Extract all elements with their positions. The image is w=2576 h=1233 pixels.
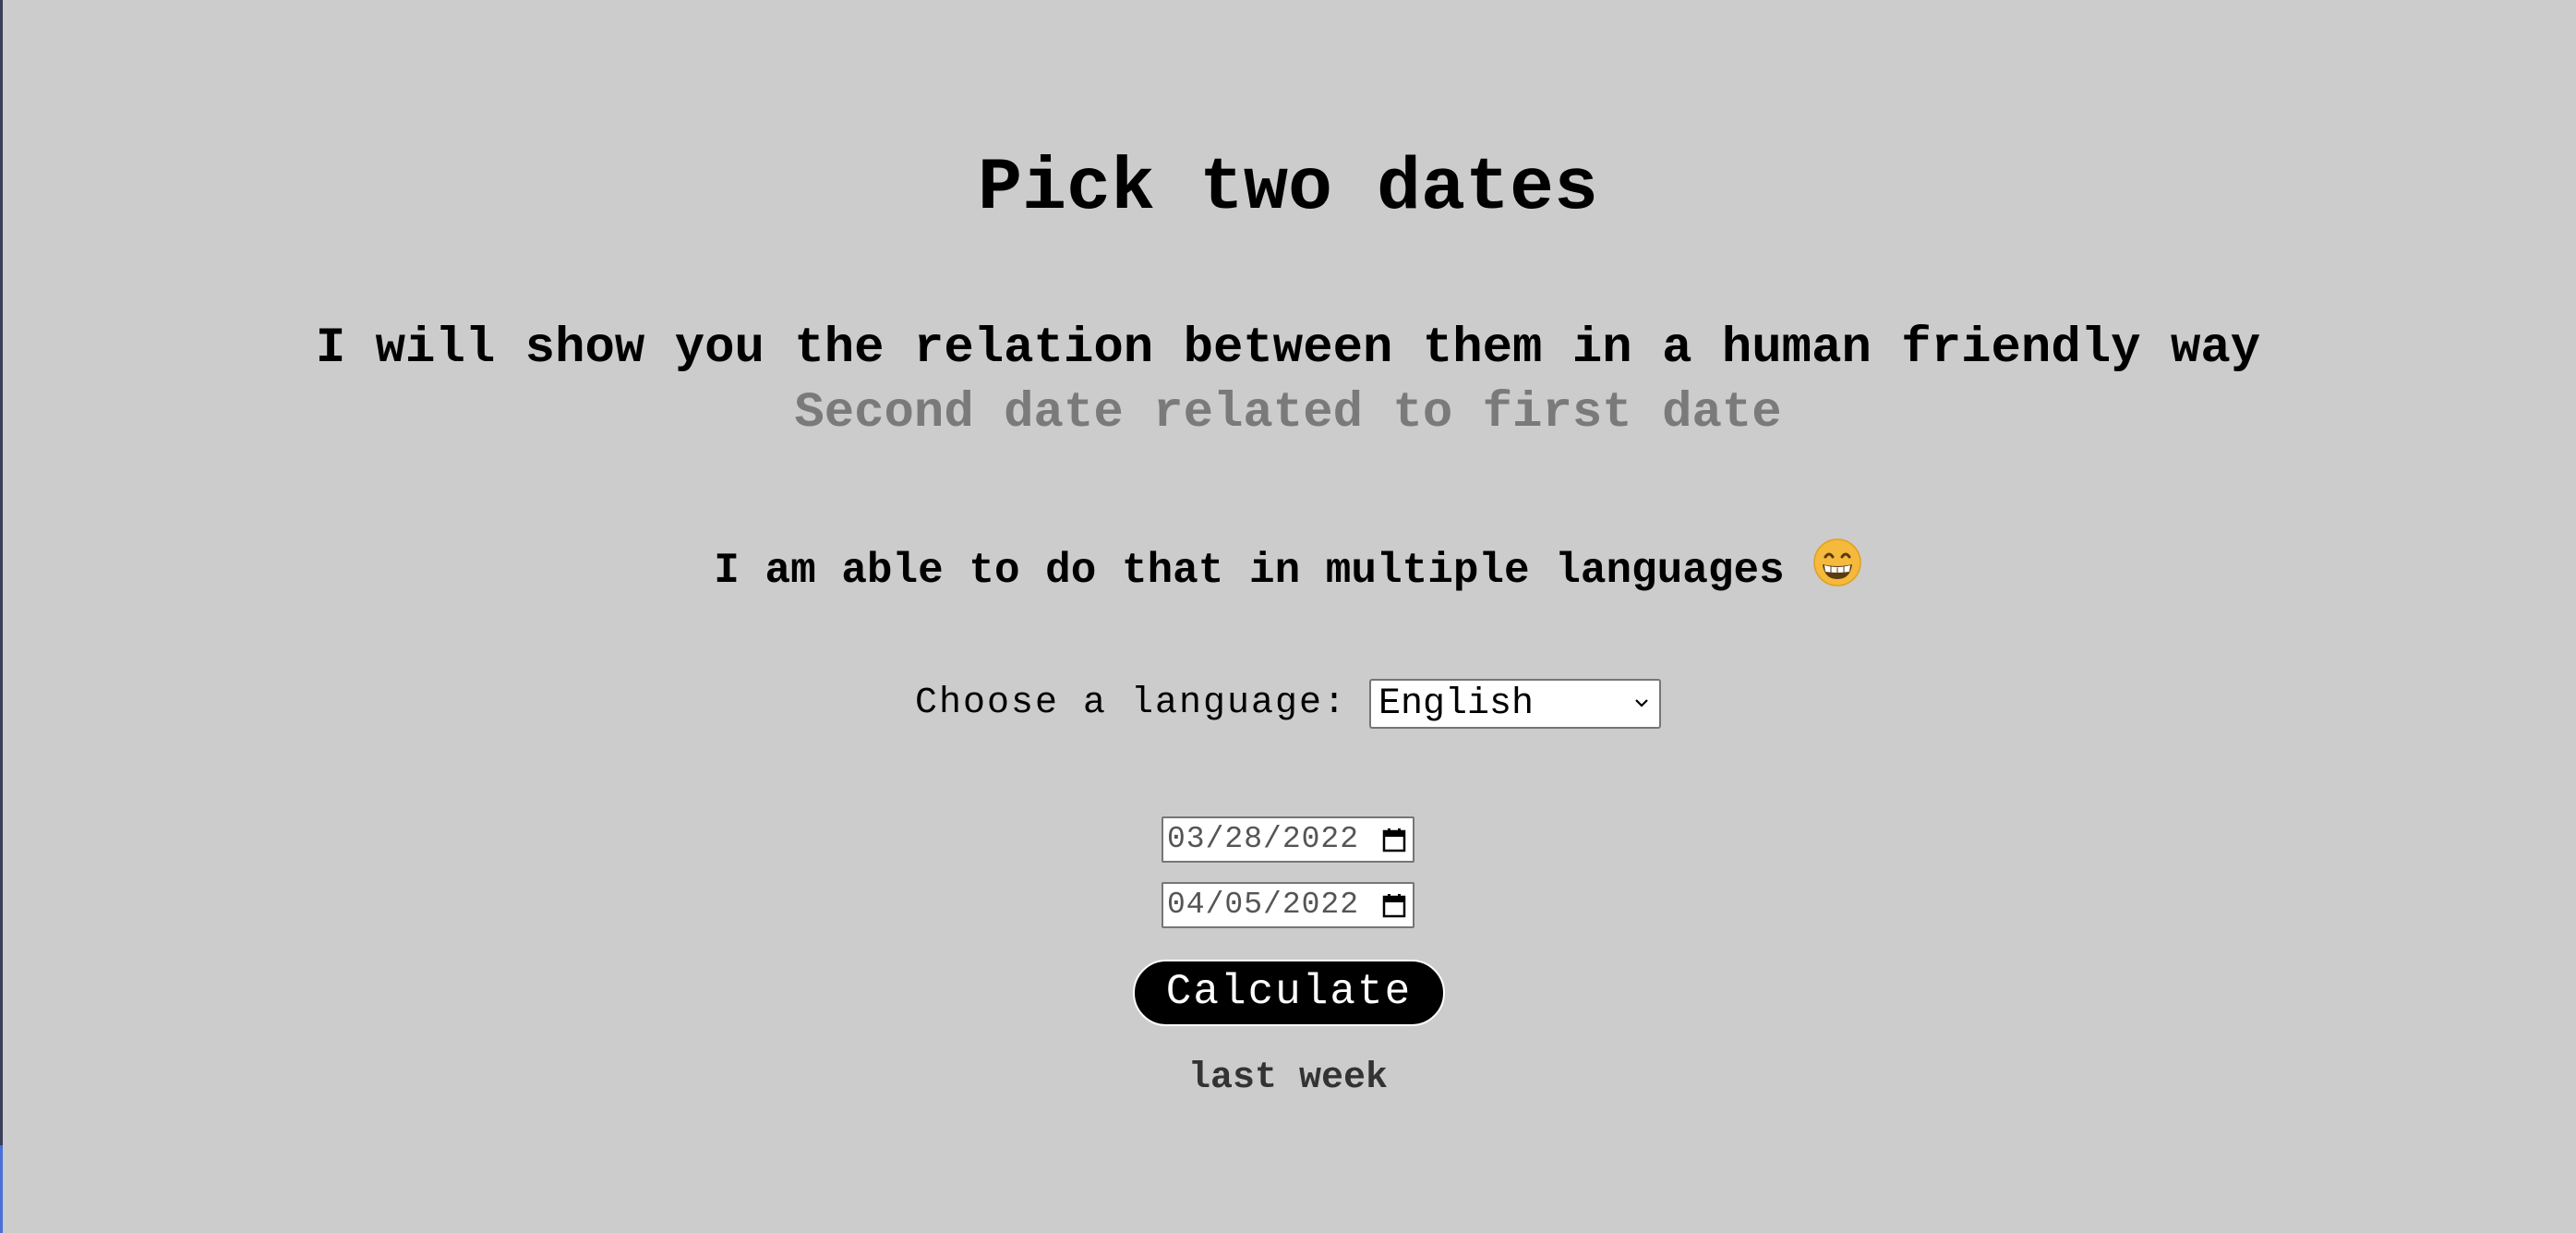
- first-date-value: 03/28/2022: [1167, 822, 1360, 856]
- result-text: last week: [1187, 1058, 1389, 1099]
- hint-text: Second date related to first date: [794, 385, 1782, 441]
- second-date-input[interactable]: 04/05/2022: [1162, 882, 1414, 928]
- calendar-icon[interactable]: [1381, 828, 1407, 853]
- language-select[interactable]: English: [1369, 679, 1662, 729]
- language-selected-value: English: [1378, 683, 1535, 725]
- calculate-button[interactable]: Calculate: [1133, 960, 1445, 1026]
- grinning-face-icon: [1812, 538, 1861, 586]
- language-label: Choose a language:: [914, 683, 1348, 724]
- second-date-value: 04/05/2022: [1167, 888, 1360, 922]
- first-date-input[interactable]: 03/28/2022: [1162, 816, 1414, 863]
- page-subtitle: I will show you the relation between the…: [315, 320, 2261, 377]
- multi-language-line: I am able to do that in multiple languag…: [0, 538, 2576, 599]
- multi-language-text: I am able to do that in multiple languag…: [714, 547, 1785, 595]
- window-left-edge-accent: [0, 1145, 3, 1233]
- chevron-down-icon: [1635, 699, 1648, 707]
- calendar-icon[interactable]: [1381, 893, 1407, 919]
- language-row: Choose a language: English: [0, 678, 2576, 731]
- page-title: Pick two dates: [977, 147, 1599, 231]
